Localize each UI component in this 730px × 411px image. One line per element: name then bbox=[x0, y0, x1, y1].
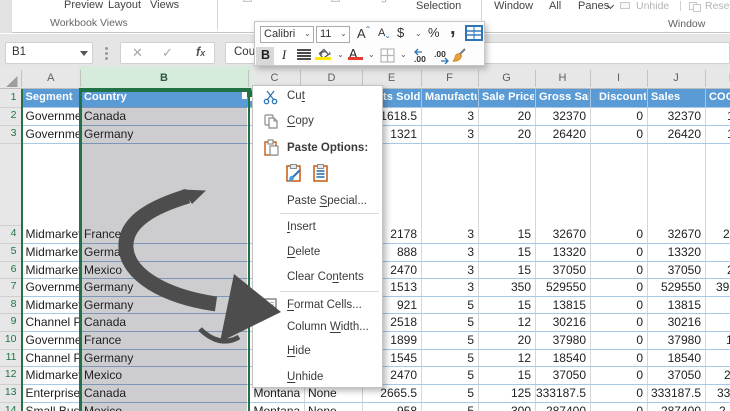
svg-text:.00: .00 bbox=[414, 54, 426, 64]
svg-text:.00: .00 bbox=[434, 49, 446, 59]
